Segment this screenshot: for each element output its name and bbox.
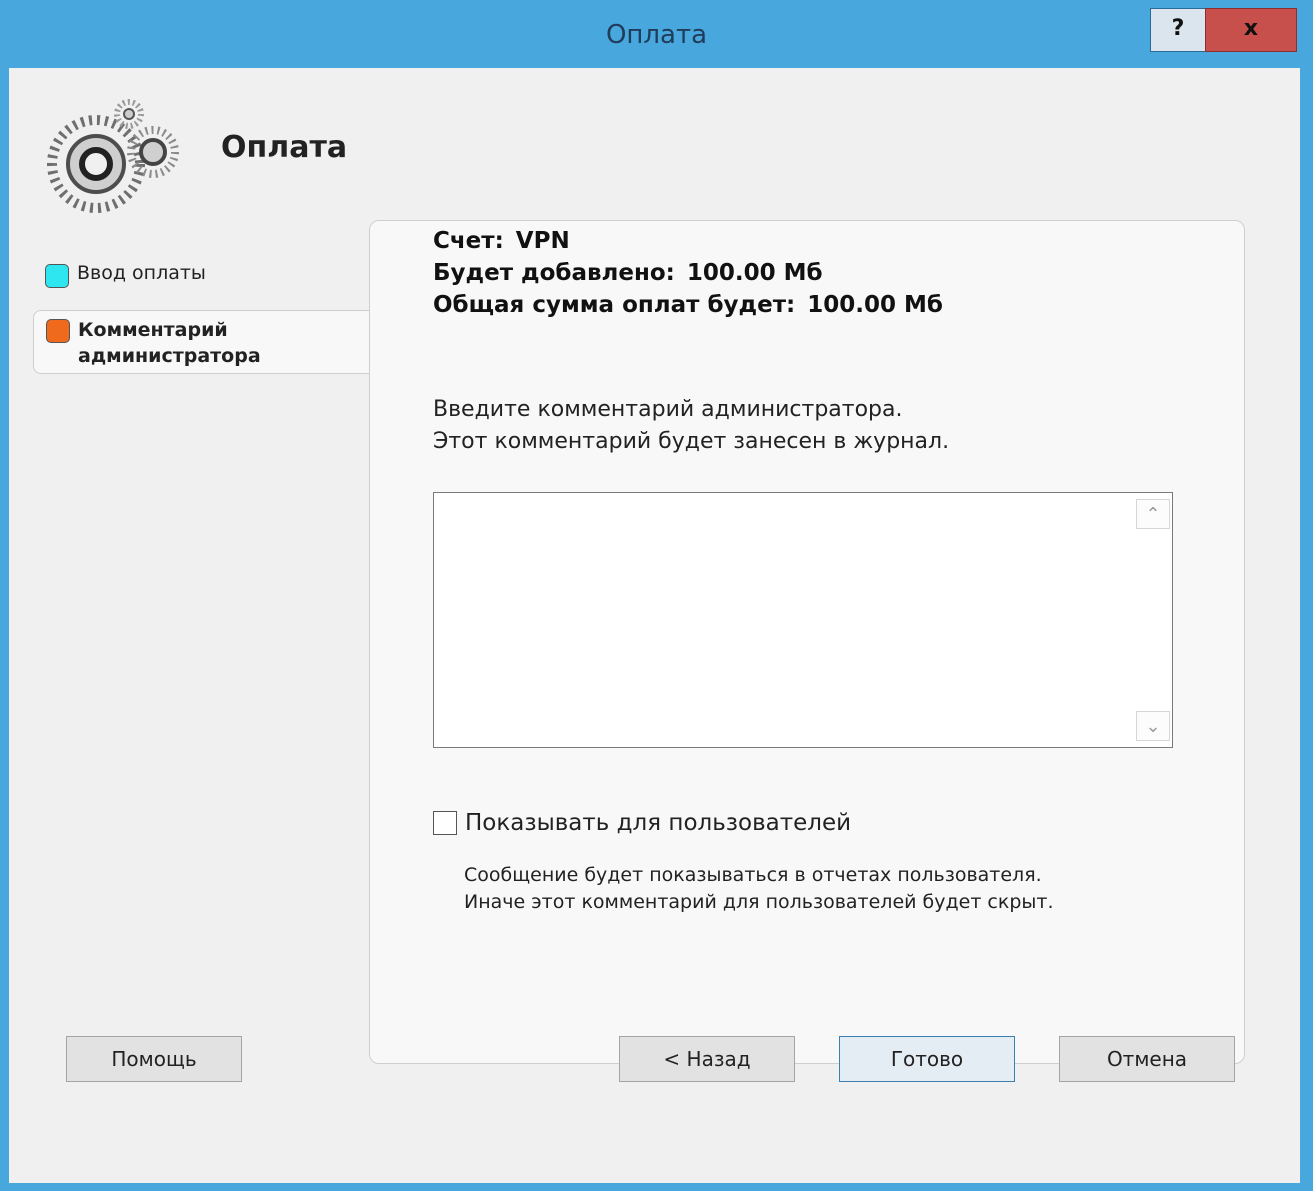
total-value: 100.00 Мб — [807, 292, 943, 318]
added-label: Будет добавлено: — [433, 260, 675, 286]
help-button[interactable]: Помощь — [66, 1036, 242, 1082]
comment-prompt-line2: Этот комментарий будет занесен в журнал. — [433, 429, 950, 454]
show-users-option[interactable]: Показывать для пользователей — [433, 810, 851, 836]
show-users-checkbox[interactable] — [433, 811, 457, 835]
show-users-note: Сообщение будет показываться в отчетах п… — [464, 862, 1054, 916]
show-users-label: Показывать для пользователей — [465, 810, 852, 836]
step-label: Комментарий администратора — [78, 319, 261, 367]
finish-button[interactable]: Готово — [839, 1036, 1015, 1082]
show-users-note-line1: Сообщение будет показываться в отчетах п… — [464, 864, 1042, 886]
show-users-note-line2: Иначе этот комментарий для пользователей… — [464, 891, 1054, 913]
help-title-button[interactable]: ? — [1150, 8, 1206, 52]
step-status-indicator — [45, 264, 69, 288]
window-title: Оплата — [605, 20, 708, 50]
step-status-indicator — [46, 319, 70, 343]
gears-icon — [47, 99, 179, 213]
scroll-down-icon[interactable]: ⌄ — [1136, 711, 1170, 741]
comment-scrollbar[interactable]: ⌃ ⌄ — [1136, 495, 1170, 745]
step-payment-input[interactable]: Ввод оплаты — [45, 262, 206, 288]
payment-summary: Счет: VPN Будет добавлено: 100.00 Мб Общая… — [433, 225, 943, 321]
page-title: Оплата — [221, 130, 348, 165]
title-bar: Оплата ? x — [0, 0, 1313, 68]
scroll-track[interactable] — [1136, 529, 1170, 707]
admin-comment-textarea[interactable] — [433, 492, 1173, 748]
account-label: Счет: — [433, 228, 504, 254]
back-button[interactable]: < Назад — [619, 1036, 795, 1082]
step-label: Ввод оплаты — [77, 262, 206, 284]
cancel-button[interactable]: Отмена — [1059, 1036, 1235, 1082]
close-button[interactable]: x — [1205, 8, 1297, 52]
total-label: Общая сумма оплат будет: — [433, 292, 796, 318]
scroll-up-icon[interactable]: ⌃ — [1136, 499, 1170, 529]
comment-prompt-line1: Введите комментарий администратора. — [433, 397, 903, 422]
added-value: 100.00 Мб — [686, 260, 823, 286]
step-admin-comment[interactable]: Комментарий администратора — [33, 310, 370, 374]
account-value: VPN — [515, 228, 570, 254]
payment-dialog: Оплата ? x Оплата Ввод оплаты Комментари… — [0, 0, 1313, 1191]
comment-prompt: Введите комментарий администратора. Этот… — [433, 394, 949, 458]
